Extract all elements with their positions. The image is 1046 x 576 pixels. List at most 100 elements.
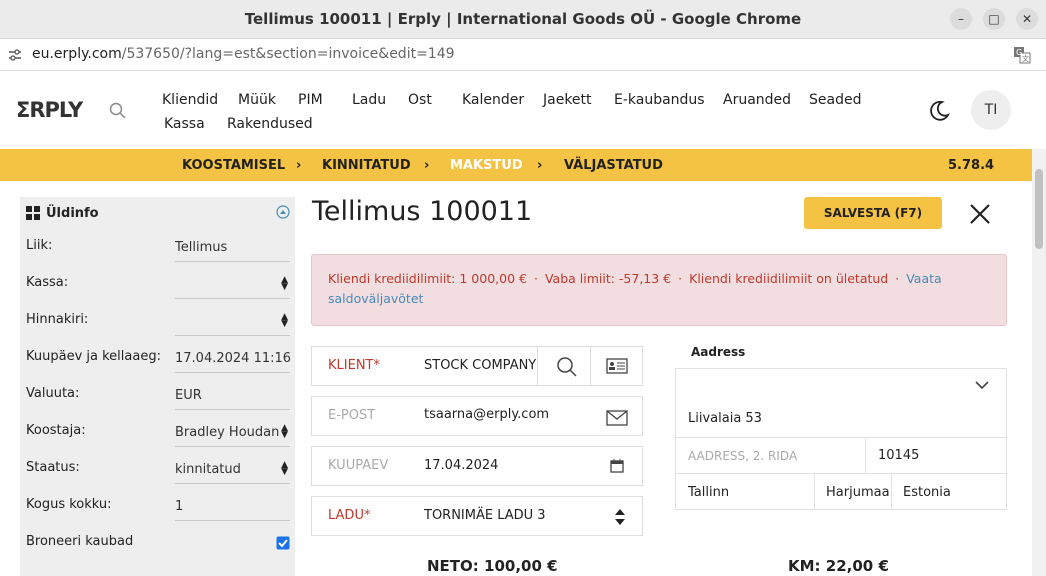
version-label: 5.78.4	[948, 158, 995, 173]
nav-item-kassa[interactable]: Kassa	[164, 116, 205, 132]
postal-code[interactable]: 10145	[878, 448, 919, 463]
date-label: KUUPAEV	[328, 458, 389, 473]
scrollbar-thumb[interactable]	[1035, 169, 1043, 249]
warehouse-value[interactable]: TORNIMÄE LADU 3	[424, 508, 546, 523]
row-label: Valuuta:	[26, 386, 80, 401]
save-button[interactable]: SALVESTA (F7)	[804, 197, 942, 229]
step-kinnitatud[interactable]: KINNITATUD	[322, 158, 411, 173]
vat-total: KM: 22,00 €	[788, 557, 889, 575]
maximize-icon[interactable]: □	[983, 8, 1005, 30]
avatar[interactable]: TI	[971, 90, 1011, 130]
search-icon[interactable]	[555, 355, 579, 379]
date-value[interactable]: 17.04.2024	[424, 458, 498, 473]
nav-item-kliendid[interactable]: Kliendid	[162, 92, 218, 108]
row-label: Staatus:	[26, 460, 80, 475]
nav-item-ost[interactable]: Ost	[408, 92, 432, 108]
datetime-field[interactable]: 17.04.2024 11:16:58	[175, 349, 290, 373]
row-broneeri: Broneeri kaubad	[26, 534, 290, 564]
top-navigation	[0, 72, 1046, 149]
alert-free-limit: Vaba limiit: -57,13 €	[544, 271, 672, 286]
author-select[interactable]: Bradley Houdan ▲ ▼	[175, 423, 290, 447]
status-select[interactable]: kinnitatud ▲ ▼	[175, 460, 290, 484]
type-field[interactable]: Tellimus	[175, 238, 290, 262]
nav-item-jaekett[interactable]: Jaekett	[543, 92, 592, 108]
address-line1[interactable]: Liivalaia 53	[688, 411, 762, 426]
row-label: Liik:	[26, 238, 53, 253]
row-liik: Liik: Tellimus	[26, 238, 290, 268]
cash-register-select[interactable]: ▲ ▼	[175, 275, 290, 299]
currency-field[interactable]: EUR	[175, 386, 290, 410]
select-arrows-icon	[615, 509, 625, 525]
erply-logo[interactable]: ΣRPLY	[16, 98, 83, 122]
nav-item-aruanded[interactable]: Aruanded	[723, 92, 791, 108]
page-scrollbar[interactable]	[1032, 149, 1046, 576]
nav-item-rakendused[interactable]: Rakendused	[227, 116, 313, 132]
moon-icon[interactable]	[928, 100, 950, 122]
nav-item-ladu[interactable]: Ladu	[352, 92, 386, 108]
county[interactable]: Harjumaa	[826, 485, 890, 500]
nav-item-kalender[interactable]: Kalender	[462, 92, 524, 108]
row-label: Kogus kokku:	[26, 497, 112, 512]
site-settings-icon[interactable]	[8, 48, 22, 62]
row-hinnakiri: Hinnakiri: ▲ ▼	[26, 312, 290, 342]
reserve-checkbox[interactable]	[276, 536, 290, 550]
client-label: KLIENT*	[328, 358, 380, 373]
row-kuupaev: Kuupäev ja kellaaeg: 17.04.2024 11:16:58	[26, 349, 290, 379]
email-value[interactable]: tsaarna@erply.com	[424, 407, 549, 422]
calendar-icon[interactable]	[610, 459, 624, 473]
client-value[interactable]: STOCK COMPANY	[424, 358, 536, 373]
mail-icon[interactable]	[606, 410, 628, 426]
step-separator: ›	[424, 158, 430, 173]
row-valuuta: Valuuta: EUR	[26, 386, 290, 416]
nav-item-muuk[interactable]: Müük	[238, 92, 276, 108]
contact-card-icon[interactable]	[606, 358, 628, 374]
step-valjastatud[interactable]: VÄLJASTATUD	[564, 158, 663, 173]
row-label: Broneeri kaubad	[26, 534, 134, 549]
url-host: eu.erply.com	[32, 46, 122, 62]
url-text[interactable]: eu.erply.com/537650/?lang=est&section=in…	[32, 46, 455, 62]
row-label: Kuupäev ja kellaaeg:	[26, 349, 161, 364]
close-icon[interactable]: ✕	[1016, 8, 1038, 30]
page-title: Tellimus 100011	[312, 196, 533, 227]
warehouse-label: LADU*	[328, 508, 371, 523]
step-separator: ›	[296, 158, 302, 173]
neto-total: NETO: 100,00 €	[427, 557, 558, 575]
row-koostaja: Koostaja: Bradley Houdan ▲ ▼	[26, 423, 290, 453]
row-label: Kassa:	[26, 275, 69, 290]
collapse-icon[interactable]	[276, 205, 290, 219]
minimize-icon[interactable]: –	[950, 8, 972, 30]
email-field[interactable]: E-POST tsaarna@erply.com	[311, 396, 643, 436]
close-icon[interactable]	[968, 202, 992, 226]
date-field[interactable]: KUUPAEV 17.04.2024	[311, 446, 643, 486]
step-koostamisel[interactable]: KOOSTAMISEL	[182, 158, 285, 173]
panel-title: Üldinfo	[46, 206, 99, 221]
alert-limit-exceeded: Kliendi krediidilimiit on ületatud	[689, 271, 889, 286]
search-icon[interactable]	[109, 102, 127, 120]
credit-limit-alert: Kliendi krediidilimiit: 1 000,00 € · Vaba …	[311, 254, 1007, 326]
quantity-field[interactable]: 1	[175, 497, 290, 521]
price-list-select[interactable]: ▲ ▼	[175, 312, 290, 336]
address-bar[interactable]: eu.erply.com/537650/?lang=est&section=in…	[0, 39, 1046, 71]
address-line2-input[interactable]: AADRESS, 2. RIDA	[688, 449, 797, 463]
warehouse-select[interactable]: LADU* TORNIMÄE LADU 3	[311, 496, 643, 536]
translate-icon[interactable]: G 文	[1013, 46, 1031, 64]
nav-item-pim[interactable]: PIM	[298, 92, 323, 108]
step-makstud[interactable]: MAKSTUD	[450, 158, 523, 173]
row-label: Koostaja:	[26, 423, 86, 438]
address-heading: Aadress	[691, 345, 746, 359]
email-label: E-POST	[328, 408, 376, 423]
step-separator: ›	[537, 158, 543, 173]
select-arrows-icon: ▲ ▼	[281, 423, 288, 440]
country[interactable]: Estonia	[903, 485, 951, 500]
svg-text:文: 文	[1022, 54, 1029, 63]
nav-item-e-kaubandus[interactable]: E-kaubandus	[614, 92, 705, 108]
status-steps-bar: KOOSTAMISEL › KINNITATUD › MAKSTUD › VÄL…	[0, 149, 1032, 181]
nav-item-seaded[interactable]: Seaded	[809, 92, 861, 108]
client-field[interactable]: KLIENT* STOCK COMPANY	[311, 346, 643, 386]
address-box: Liivalaia 53 AADRESS, 2. RIDA 10145 Tall…	[675, 368, 1007, 510]
row-kogus: Kogus kokku: 1	[26, 497, 290, 527]
city[interactable]: Tallinn	[688, 485, 729, 500]
chevron-down-icon[interactable]	[975, 380, 989, 390]
window-title: Tellimus 100011 | Erply | International …	[244, 10, 802, 28]
alert-credit-limit: Kliendi krediidilimiit: 1 000,00 €	[328, 271, 527, 286]
